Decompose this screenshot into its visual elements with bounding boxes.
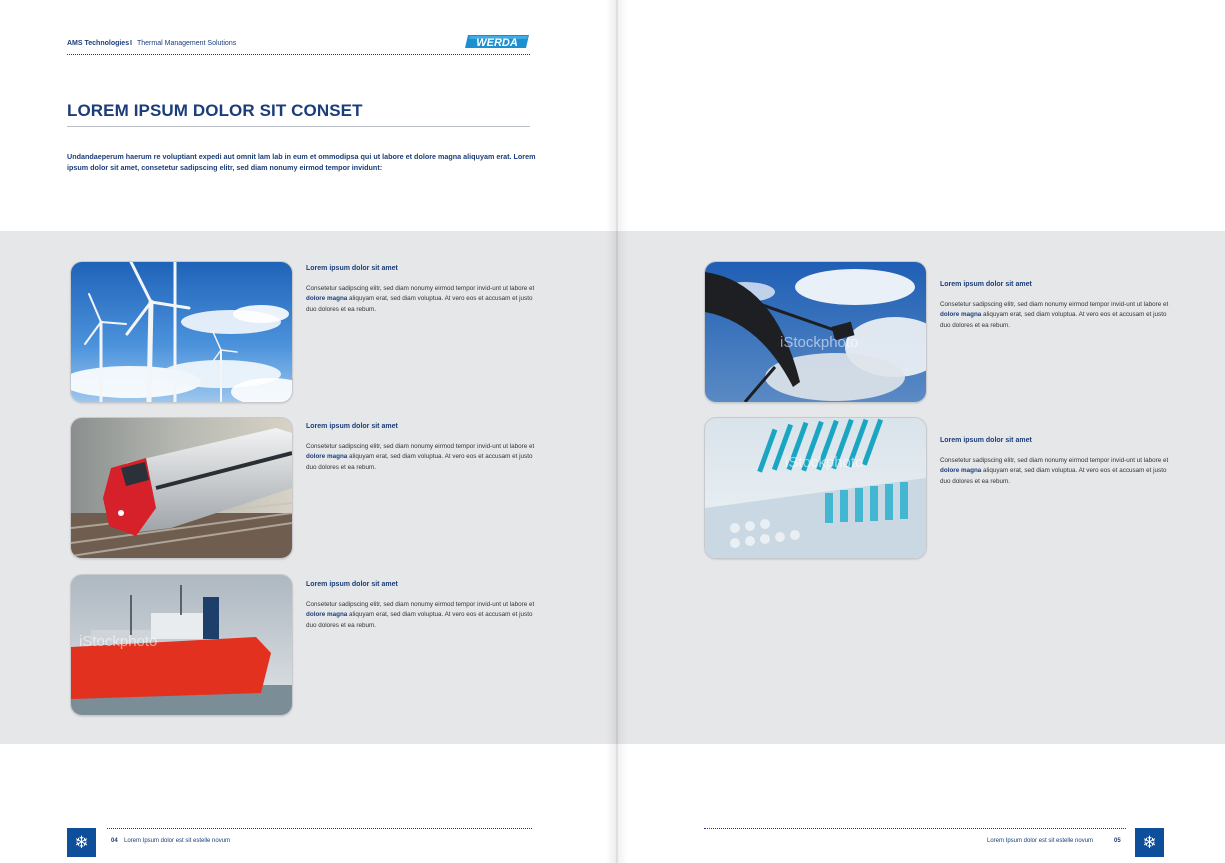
footer-text: Lorem Ipsum dolor est sit estelle novum	[124, 838, 231, 844]
body-text-start: Consetetur sadipscing elitr, sed diam no…	[940, 457, 1169, 464]
feature-item-5: Lorem ipsum dolor sit amet Consetetur sa…	[940, 437, 1170, 487]
body-highlight: dolore magna	[940, 311, 982, 319]
wind-turbines-photo	[71, 262, 292, 402]
item-title: Lorem ipsum dolor sit amet	[940, 281, 1032, 288]
body-highlight: dolore magna	[940, 467, 982, 475]
body-text-start: Consetetur sadipscing elitr, sed diam no…	[940, 301, 1169, 308]
item-title: Lorem ipsum dolor sit amet	[306, 581, 398, 588]
footer-text: Lorem Ipsum dolor est sit estelle novum	[987, 838, 1094, 844]
feature-item-4: Lorem ipsum dolor sit amet Consetetur sa…	[940, 281, 1170, 331]
item-title: Lorem ipsum dolor sit amet	[306, 423, 398, 430]
watermark-text: iStockphoto	[780, 334, 859, 351]
snowflake-icon: ❄	[1135, 828, 1164, 857]
right-page: iStockphoto Lorem ipsum dolor sit amet C…	[617, 0, 1225, 863]
title-divider	[67, 126, 530, 127]
lab-pipettes-photo: iStockphoto	[705, 418, 926, 558]
satellite-dish-photo: iStockphoto	[705, 262, 926, 402]
item-title: Lorem ipsum dolor sit amet	[306, 265, 398, 272]
item-body: Consetetur sadipscing elitr, sed diam no…	[306, 442, 536, 473]
page-title: LOREM IPSUM DOLOR SIT CONSET	[67, 101, 363, 120]
logo-text: WERDA	[476, 37, 518, 49]
page-gutter-shadow	[606, 0, 628, 863]
body-highlight: dolore magna	[306, 611, 348, 619]
feature-item-2: Lorem ipsum dolor sit amet Consetetur sa…	[306, 423, 536, 473]
page-number: 05	[1114, 838, 1121, 844]
body-highlight: dolore magna	[306, 453, 348, 461]
body-text-start: Consetetur sadipscing elitr, sed diam no…	[306, 285, 535, 292]
watermark-text: iStockphoto	[785, 454, 864, 471]
watermark-text: iStockphoto	[79, 633, 158, 650]
brochure-spread: AMS Technologies I Thermal Management So…	[0, 0, 1225, 863]
page-number: 04	[111, 838, 118, 844]
snowflake-icon: ❄	[67, 828, 96, 857]
body-text-start: Consetetur sadipscing elitr, sed diam no…	[306, 601, 535, 608]
item-body: Consetetur sadipscing elitr, sed diam no…	[940, 300, 1170, 331]
item-body: Consetetur sadipscing elitr, sed diam no…	[940, 456, 1170, 487]
footer-divider	[107, 828, 532, 830]
footer-divider	[704, 828, 1126, 830]
high-speed-train-photo	[71, 418, 292, 558]
header-tagline: Thermal Management Solutions	[137, 40, 237, 47]
feature-item-1: Lorem ipsum dolor sit amet Consetetur sa…	[306, 265, 536, 315]
body-highlight: dolore magna	[306, 295, 348, 303]
header-separator: I	[130, 40, 132, 47]
cargo-ship-photo: iStockphoto	[71, 575, 292, 715]
left-page: AMS Technologies I Thermal Management So…	[0, 0, 617, 863]
item-body: Consetetur sadipscing elitr, sed diam no…	[306, 284, 536, 315]
body-text-start: Consetetur sadipscing elitr, sed diam no…	[306, 443, 535, 450]
item-title: Lorem ipsum dolor sit amet	[940, 437, 1032, 444]
feature-item-3: Lorem ipsum dolor sit amet Consetetur sa…	[306, 581, 536, 631]
page-header: AMS Technologies I Thermal Management So…	[67, 35, 530, 55]
intro-paragraph: Undandaeperum haerum re voluptiant exped…	[67, 152, 536, 172]
company-name: AMS Technologies	[67, 40, 130, 47]
item-body: Consetetur sadipscing elitr, sed diam no…	[306, 600, 536, 631]
werda-logo: WERDA	[464, 33, 530, 49]
